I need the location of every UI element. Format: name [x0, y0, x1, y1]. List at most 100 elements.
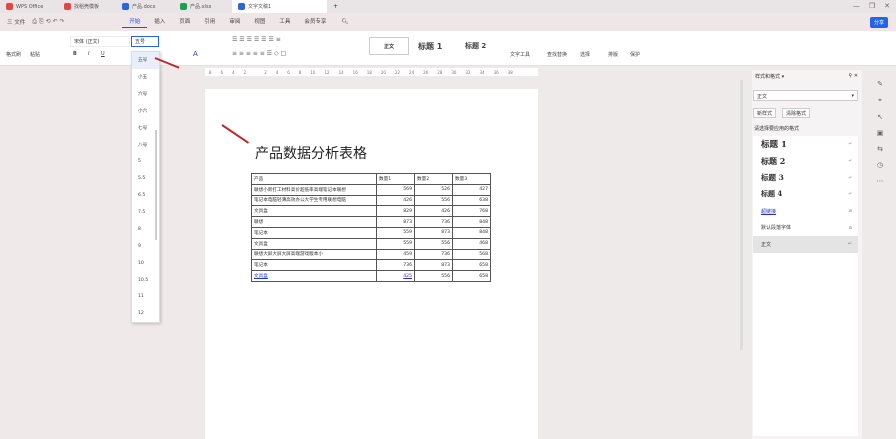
table-cell[interactable]: 658: [452, 259, 491, 272]
tab-7[interactable]: 会员专享: [297, 17, 333, 28]
table-cell[interactable]: 569: [376, 183, 415, 196]
protect-button[interactable]: 保护: [630, 51, 640, 58]
tab-1[interactable]: 插入: [147, 17, 172, 28]
table-cell[interactable]: 848: [452, 226, 491, 239]
table-cell[interactable]: 873: [414, 259, 453, 272]
tab-2[interactable]: 页面: [172, 17, 197, 28]
clear-format-button[interactable]: 清除格式: [782, 108, 811, 118]
table-cell[interactable]: 829: [376, 205, 415, 218]
tab-6[interactable]: 工具: [272, 17, 297, 28]
table-cell[interactable]: 556: [414, 237, 453, 250]
font-size-option[interactable]: 小六: [132, 103, 159, 120]
panel-close-icon[interactable]: ⚲ ✕: [849, 73, 858, 79]
table-cell[interactable]: 联想大屏大屏大屏高端游戏版本小: [251, 248, 377, 261]
table-cell[interactable]: 736: [414, 248, 453, 261]
bold-button[interactable]: B: [73, 51, 77, 57]
style-item[interactable]: 标题 3 ↵: [753, 169, 858, 186]
horizontal-ruler[interactable]: 8 6 4 2 2 4 6 8 10 12 14 16 18 20 22 24 26 28 30 32 34 36 38: [205, 68, 538, 76]
table-cell[interactable]: 426: [414, 205, 453, 218]
font-name-select[interactable]: 宋体 (正文): [70, 36, 130, 47]
font-size-option[interactable]: 六号: [132, 86, 159, 103]
share-button[interactable]: 分享: [869, 17, 888, 28]
style-normal[interactable]: 正文: [369, 37, 409, 55]
style-item[interactable]: 标题 2 ↵: [753, 153, 858, 170]
close-icon[interactable]: ✕: [884, 2, 890, 10]
dropdown-scrollbar[interactable]: [155, 130, 157, 240]
document-page[interactable]: 产品数据分析表格 产品 数量1 数量2 数量3 联想小新打工材料高价超低率高端笔记本联想…: [205, 89, 538, 439]
table-cell[interactable]: 笔记本: [251, 226, 377, 239]
select-icon[interactable]: ⌖: [878, 96, 882, 105]
font-size-select[interactable]: 五号: [131, 36, 159, 47]
alignment-tools[interactable]: ≡ ≡ ≡ ≡ ≡ ☰ ◇ □: [232, 50, 286, 57]
table-cell[interactable]: 736: [376, 259, 415, 272]
more-icon[interactable]: ⋯: [877, 177, 884, 185]
table-cell[interactable]: 848: [452, 216, 491, 228]
layout-button[interactable]: 排版: [608, 51, 618, 58]
tab-4[interactable]: 审阅: [222, 17, 247, 28]
new-style-button[interactable]: 新样式: [753, 108, 777, 118]
minimize-icon[interactable]: —: [853, 2, 860, 10]
style-item[interactable]: 正文 ↵: [753, 236, 858, 253]
new-tab-button[interactable]: +: [333, 3, 338, 10]
select-button[interactable]: 选择: [580, 51, 590, 58]
table-cell[interactable]: 459: [376, 248, 415, 261]
file-menu[interactable]: 三 文件: [0, 18, 32, 26]
table-cell[interactable]: 556: [414, 194, 453, 207]
font-size-option[interactable]: 小五: [132, 69, 159, 86]
font-size-option[interactable]: 11: [132, 288, 159, 305]
table-cell[interactable]: 文具盒: [251, 270, 377, 282]
pointer-icon[interactable]: ↖: [877, 113, 883, 121]
table-cell[interactable]: 联想小新打工材料高价超低率高端笔记本联想: [251, 183, 377, 196]
table-cell[interactable]: 873: [414, 226, 453, 239]
table-cell[interactable]: 556: [414, 270, 453, 282]
table-cell[interactable]: 468: [452, 237, 491, 250]
table-cell[interactable]: 425: [376, 270, 415, 282]
table-cell[interactable]: 426: [376, 194, 415, 207]
document-scrollbar[interactable]: [740, 80, 743, 350]
style-item[interactable]: 标题 1 ↵: [753, 136, 858, 153]
search-icon[interactable]: 🔍︎: [341, 19, 348, 25]
style-heading-1[interactable]: 标题 1: [418, 37, 442, 55]
font-size-option[interactable]: 12: [132, 305, 159, 322]
underline-button[interactable]: U: [101, 51, 105, 57]
column-header[interactable]: 数量3: [452, 173, 491, 185]
find-replace-button[interactable]: 查找替换: [547, 51, 567, 58]
paragraph-tools[interactable]: ☰ ☰ ☰ ☰ ☰ ☰ ≡: [232, 36, 281, 43]
table-cell[interactable]: 笔记本电脑轻薄高效办公大学生专用联想电脑: [251, 194, 377, 207]
tab-5[interactable]: 视图: [247, 17, 272, 28]
text-tools-button[interactable]: 文字工具: [510, 51, 530, 58]
font-color-icon[interactable]: A: [193, 50, 198, 58]
font-size-option[interactable]: 10.5: [132, 272, 159, 289]
style-item[interactable]: 默认段落字体 a: [753, 219, 858, 236]
style-heading-2[interactable]: 标题 2: [465, 37, 486, 55]
tab-3[interactable]: 引用: [197, 17, 222, 28]
column-header[interactable]: 数量1: [376, 173, 415, 185]
table-cell[interactable]: 427: [452, 183, 491, 196]
restore-icon[interactable]: ❐: [869, 2, 875, 10]
table-cell[interactable]: 559: [376, 226, 415, 239]
image-icon[interactable]: ▣: [877, 129, 884, 137]
panel-title[interactable]: 样式和格式 ▾: [755, 73, 784, 80]
table-cell[interactable]: 联想: [251, 216, 377, 228]
tab-0[interactable]: 开始: [122, 17, 148, 28]
clock-icon[interactable]: ◷: [877, 161, 883, 169]
paste-button[interactable]: 粘贴: [30, 51, 40, 58]
table-cell[interactable]: 559: [376, 237, 415, 250]
style-item[interactable]: 标题 4 ↵: [753, 186, 858, 203]
font-size-option[interactable]: 9: [132, 238, 159, 255]
table-cell[interactable]: 文具盒: [251, 237, 377, 250]
table-cell[interactable]: 笔记本: [251, 259, 377, 272]
style-item[interactable]: 超链接 a: [753, 203, 858, 220]
font-size-option[interactable]: 五号: [132, 52, 159, 69]
window-tab[interactable]: WPS Office: [0, 0, 58, 13]
italic-button[interactable]: I: [88, 51, 89, 57]
current-style-select[interactable]: 正文 ▾: [753, 90, 858, 101]
table-cell[interactable]: 768: [452, 205, 491, 218]
window-tab[interactable]: 产品.xlsx: [174, 0, 232, 13]
table-cell[interactable]: 638: [452, 194, 491, 207]
window-tab[interactable]: 找稻壳模板: [58, 0, 116, 13]
table-cell[interactable]: 658: [452, 270, 491, 282]
font-size-option[interactable]: 10: [132, 255, 159, 272]
window-tab[interactable]: 产品.docx: [116, 0, 174, 13]
table-cell[interactable]: 736: [414, 216, 453, 228]
